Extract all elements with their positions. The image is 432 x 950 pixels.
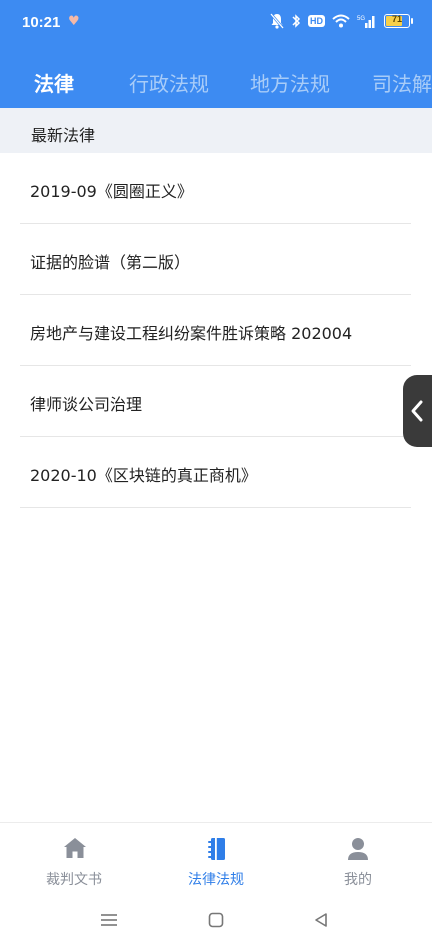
- svg-text:5G: 5G: [357, 16, 365, 22]
- category-tab-bar: 法律 行政法规 地方法规 司法解: [0, 46, 432, 108]
- list-item[interactable]: 房地产与建设工程纠纷案件胜诉策略 202004: [20, 295, 411, 366]
- nav-label: 裁判文书: [46, 872, 102, 888]
- section-title: 最新法律: [31, 126, 96, 145]
- battery-icon: 71: [384, 14, 413, 28]
- hd-icon: HD: [308, 15, 325, 27]
- system-nav-bar: [0, 900, 432, 950]
- bluetooth-icon: [292, 14, 301, 28]
- status-time: 10:21: [22, 14, 61, 31]
- back-icon[interactable]: [313, 912, 329, 928]
- person-icon: [348, 838, 368, 860]
- nav-judgments[interactable]: 裁判文书: [2, 823, 146, 901]
- list-item[interactable]: 律师谈公司治理: [20, 366, 411, 437]
- home-icon: [64, 838, 86, 858]
- status-bar: 10:21 ♥ HD 5G 71: [0, 0, 432, 46]
- tab-administrative-regulations[interactable]: 行政法规: [129, 68, 209, 97]
- nav-label: 我的: [344, 872, 372, 888]
- nav-profile[interactable]: 我的: [286, 823, 430, 901]
- chevron-left-icon: [411, 400, 423, 422]
- list-item-title: 律师谈公司治理: [30, 395, 143, 414]
- side-drawer-handle[interactable]: [403, 375, 432, 447]
- signal-icon: 5G: [357, 16, 375, 28]
- tab-local-regulations[interactable]: 地方法规: [250, 68, 330, 97]
- list-item[interactable]: 证据的脸谱（第二版）: [20, 224, 411, 295]
- heart-rate-icon: ♥: [68, 14, 80, 29]
- battery-level: 71: [391, 14, 402, 24]
- menu-icon[interactable]: [100, 912, 118, 928]
- section-header: 最新法律: [0, 108, 432, 153]
- nav-label: 法律法规: [188, 872, 244, 888]
- status-icons: HD 5G 71: [270, 13, 413, 29]
- wifi-icon: [332, 14, 350, 28]
- nav-laws-regulations[interactable]: 法律法规: [144, 823, 288, 901]
- list-item[interactable]: 2020-10《区块链的真正商机》: [20, 437, 411, 508]
- list-item-title: 2020-10《区块链的真正商机》: [30, 466, 257, 485]
- law-list: 2019-09《圆圈正义》 证据的脸谱（第二版） 房地产与建设工程纠纷案件胜诉策…: [20, 153, 411, 508]
- list-item[interactable]: 2019-09《圆圈正义》: [20, 153, 411, 224]
- bottom-nav: 裁判文书 法律法规 我的: [0, 822, 432, 901]
- list-item-title: 证据的脸谱（第二版）: [30, 253, 191, 272]
- list-item-title: 房地产与建设工程纠纷案件胜诉策略 202004: [30, 324, 353, 343]
- list-item-title: 2019-09《圆圈正义》: [30, 182, 193, 201]
- tab-judicial-interpretation[interactable]: 司法解: [372, 68, 432, 97]
- tab-law[interactable]: 法律: [34, 68, 74, 97]
- notebook-icon: [208, 838, 225, 860]
- home-button-icon[interactable]: [208, 912, 224, 928]
- mute-bell-icon: [270, 13, 284, 29]
